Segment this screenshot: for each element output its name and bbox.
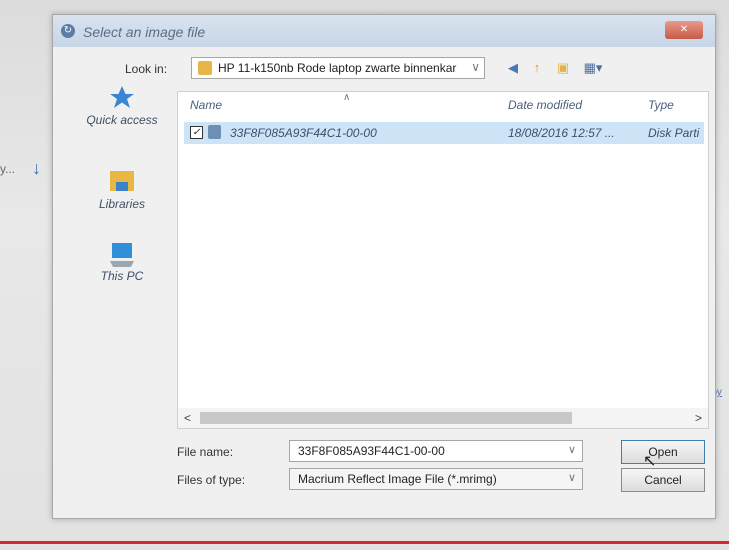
app-icon: ↻ [61, 24, 75, 38]
place-libraries[interactable]: Libraries [67, 169, 177, 211]
disk-image-icon [208, 125, 221, 139]
up-folder-icon[interactable]: ↑ [529, 61, 545, 75]
chevron-down-icon: ∨ [471, 60, 480, 74]
chevron-down-icon[interactable]: ∨ [568, 471, 576, 484]
column-type[interactable]: Type [648, 98, 674, 112]
horizontal-scrollbar[interactable]: < > [178, 408, 708, 428]
place-label: Quick access [86, 113, 158, 127]
file-dialog: ↻ Select an image file ✕ Look in: HP 11-… [52, 14, 716, 519]
scroll-right-icon[interactable]: > [695, 411, 702, 425]
look-in-label: Look in: [125, 62, 168, 76]
star-icon [107, 85, 137, 109]
file-list[interactable]: Name ∧ Date modified Type ✓ 33F8F085A93F… [177, 91, 709, 429]
down-arrow-icon: ↓ [32, 158, 41, 178]
new-folder-icon[interactable]: ▣ [555, 61, 571, 75]
files-of-type-value: Macrium Reflect Image File (*.mrimg) [298, 472, 497, 486]
title-bar[interactable]: ↻ Select an image file ✕ [53, 15, 715, 47]
place-this-pc[interactable]: This PC [67, 241, 177, 283]
scroll-left-icon[interactable]: < [184, 411, 191, 425]
column-date-modified[interactable]: Date modified [508, 98, 582, 112]
chevron-down-icon[interactable]: ∨ [568, 443, 576, 456]
place-label: This PC [100, 269, 144, 283]
file-row[interactable]: ✓ 33F8F085A93F44C1-00-00 18/08/2016 12:5… [184, 122, 704, 144]
scrollbar-thumb[interactable] [200, 412, 572, 424]
places-sidebar: Quick access Libraries This PC [67, 85, 177, 405]
libraries-icon [107, 169, 137, 193]
red-divider [0, 541, 729, 544]
file-name-input[interactable]: 33F8F085A93F44C1-00-00 ∨ [289, 440, 583, 462]
look-in-dropdown[interactable]: HP 11-k150nb Rode laptop zwarte binnenka… [191, 57, 485, 79]
file-date-cell: 18/08/2016 12:57 ... [508, 126, 615, 140]
background-text-left: y... [0, 162, 16, 176]
open-button[interactable]: Open [621, 440, 705, 464]
files-of-type-select[interactable]: Macrium Reflect Image File (*.mrimg) ∨ [289, 468, 583, 490]
file-name-label: File name: [177, 445, 234, 459]
mouse-cursor-icon: ↖ [643, 453, 657, 470]
dialog-title: Select an image file [83, 24, 206, 40]
computer-icon [107, 241, 137, 267]
sort-ascending-icon: ∧ [343, 92, 351, 103]
file-checkbox[interactable]: ✓ [190, 126, 203, 139]
place-label: Libraries [98, 197, 146, 211]
view-menu-icon[interactable]: ▦▾ [581, 61, 605, 75]
file-name-cell: 33F8F085A93F44C1-00-00 [230, 126, 377, 140]
close-button[interactable]: ✕ [665, 21, 703, 39]
file-name-value: 33F8F085A93F44C1-00-00 [298, 444, 445, 458]
back-icon[interactable]: ◀ [505, 61, 521, 75]
place-quick-access[interactable]: Quick access [67, 85, 177, 127]
folder-icon [198, 61, 212, 75]
column-name[interactable]: Name [190, 98, 222, 112]
files-of-type-label: Files of type: [177, 473, 246, 487]
cancel-button[interactable]: Cancel [621, 468, 705, 492]
look-in-value: HP 11-k150nb Rode laptop zwarte binnenka… [218, 61, 457, 75]
file-type-cell: Disk Parti [648, 126, 700, 140]
